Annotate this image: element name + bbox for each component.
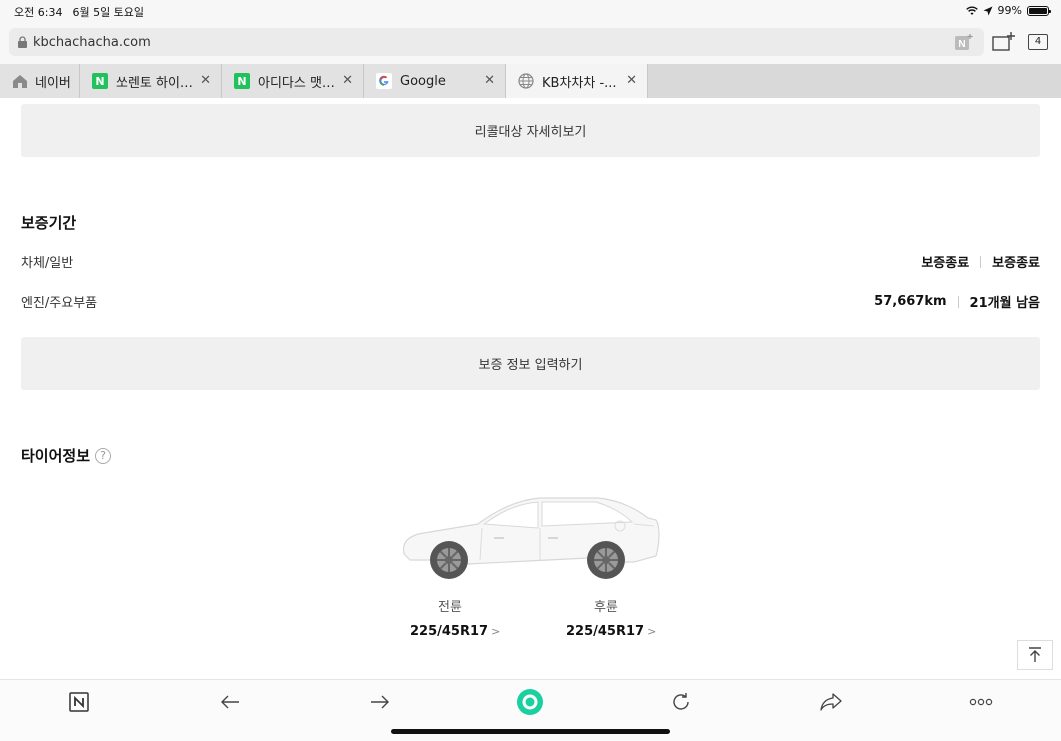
home-icon [13, 74, 27, 88]
arrow-up-icon [1029, 647, 1041, 662]
front-tire-label: 전륜 [438, 600, 462, 615]
warranty-value: 57,667km [874, 294, 947, 309]
help-icon[interactable]: ? [95, 448, 112, 464]
divider [980, 255, 982, 268]
status-time: 오전 6:34 [14, 6, 63, 19]
warranty-value: 보증종료 [921, 256, 970, 271]
close-icon[interactable]: ✕ [484, 73, 495, 88]
battery-fill [1029, 7, 1047, 14]
reload-button[interactable] [666, 690, 696, 714]
globe-icon [518, 73, 534, 89]
tab-label: 네이버 [35, 75, 71, 91]
warranty-value: 보증종료 [992, 256, 1040, 271]
more-icon [969, 698, 993, 706]
lock-icon [18, 36, 27, 48]
rear-tire-size-text: 225/45R17 [566, 624, 645, 639]
new-tab-icon[interactable] [992, 32, 1016, 52]
naver-n-icon: N [234, 73, 250, 89]
tab-strip: 네이버 N 쏘렌토 하이… ✕ N 아디다스 맷… ✕ Google ✕ KB차… [0, 64, 1061, 98]
warranty-row-values: 57,667km 21개월 남음 [874, 292, 1040, 311]
tab-kbchachacha[interactable]: KB차차차 -... ✕ [506, 64, 648, 98]
tab-sorento[interactable]: N 쏘렌토 하이… ✕ [80, 64, 222, 98]
tire-info-title: 타이어정보? [21, 445, 112, 466]
tab-count-button[interactable]: 4 [1028, 34, 1048, 50]
battery-icon [1027, 5, 1051, 16]
front-tire-size-text: 225/45R17 [410, 624, 489, 639]
warranty-title: 보증기간 [21, 214, 77, 232]
address-bar[interactable]: kbchachacha.com N [9, 28, 984, 56]
battery-percent: 99% [997, 4, 1022, 17]
close-icon[interactable]: ✕ [342, 73, 353, 88]
naver-n-icon [69, 692, 89, 712]
tab-label: 아디다스 맷… [258, 75, 335, 91]
naver-n-icon: N [92, 73, 108, 89]
chevron-right-icon: > [491, 625, 501, 638]
status-date: 6월 5일 토요일 [72, 6, 145, 19]
tab-label: Google [400, 73, 446, 89]
divider [957, 295, 959, 308]
tab-adidas[interactable]: N 아디다스 맷… ✕ [222, 64, 364, 98]
tab-naver[interactable]: 네이버 [0, 64, 80, 98]
recall-details-button[interactable]: 리콜대상 자세히보기 [21, 104, 1040, 157]
share-icon [820, 693, 842, 711]
tab-google[interactable]: Google ✕ [364, 64, 506, 98]
whale-button[interactable] [515, 689, 545, 715]
warranty-row-label: 엔진/주요부품 [21, 296, 98, 311]
address-bar-row: kbchachacha.com N [0, 22, 1061, 64]
rear-wheel-icon [587, 541, 625, 579]
tab-label: 쏘렌토 하이… [116, 75, 193, 91]
front-tire-size[interactable]: 225/45R17 > [410, 624, 500, 639]
location-arrow-icon [983, 6, 993, 15]
warranty-input-button[interactable]: 보증 정보 입력하기 [21, 337, 1040, 390]
warranty-row-values: 보증종료 보증종료 [921, 252, 1040, 271]
google-g-icon [376, 73, 392, 89]
scroll-top-button[interactable] [1017, 640, 1053, 670]
forward-button[interactable] [365, 690, 395, 714]
front-wheel-icon [430, 541, 468, 579]
whale-icon [517, 689, 543, 715]
rear-tire-label: 후륜 [594, 600, 618, 615]
arrow-right-icon [371, 695, 389, 709]
status-bar: 오전 6:34 6월 5일 토요일 99% [0, 0, 1061, 22]
home-indicator [391, 729, 670, 734]
back-button[interactable] [215, 690, 245, 714]
share-button[interactable] [816, 690, 846, 714]
reload-icon [673, 693, 689, 710]
rear-tire-size[interactable]: 225/45R17 > [566, 624, 656, 639]
warranty-value: 21개월 남음 [969, 296, 1040, 311]
url-text: kbchachacha.com [33, 34, 151, 50]
tab-label: KB차차차 -... [542, 75, 617, 91]
naver-home-button[interactable] [64, 690, 94, 714]
close-icon[interactable]: ✕ [200, 73, 211, 88]
chevron-right-icon: > [647, 625, 657, 638]
wifi-icon [965, 6, 978, 15]
tire-info-title-text: 타이어정보 [21, 447, 91, 465]
warranty-row-label: 차체/일반 [21, 256, 74, 271]
close-icon[interactable]: ✕ [626, 73, 637, 88]
naver-add-icon[interactable]: N [954, 33, 974, 51]
svg-text:N: N [958, 39, 965, 50]
arrow-left-icon [221, 695, 239, 709]
more-button[interactable] [966, 690, 996, 714]
